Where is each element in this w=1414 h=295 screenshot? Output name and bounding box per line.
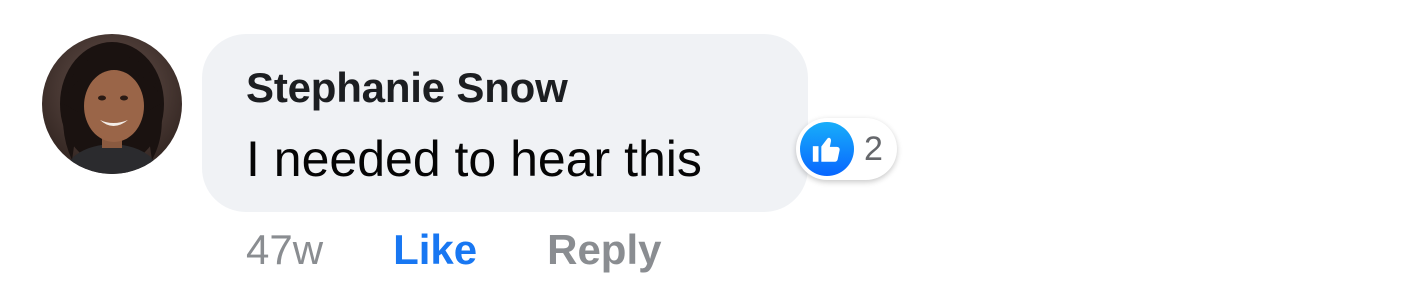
thumbs-up-icon xyxy=(800,122,854,176)
reply-button[interactable]: Reply xyxy=(547,226,661,274)
comment: Stephanie Snow I needed to hear this 2 4… xyxy=(0,0,1414,295)
comment-author[interactable]: Stephanie Snow xyxy=(246,64,568,112)
comment-bubble: Stephanie Snow I needed to hear this xyxy=(202,34,808,212)
comment-actions: 47w Like Reply xyxy=(246,222,661,278)
thumbs-up-glyph xyxy=(812,137,840,162)
reaction-count: 2 xyxy=(864,129,883,168)
comment-text: I needed to hear this xyxy=(246,131,702,187)
comment-timestamp[interactable]: 47w xyxy=(246,226,323,274)
like-button[interactable]: Like xyxy=(393,226,477,274)
reaction-summary[interactable]: 2 xyxy=(796,118,897,180)
avatar[interactable] xyxy=(42,34,182,174)
avatar-photo xyxy=(42,34,182,174)
